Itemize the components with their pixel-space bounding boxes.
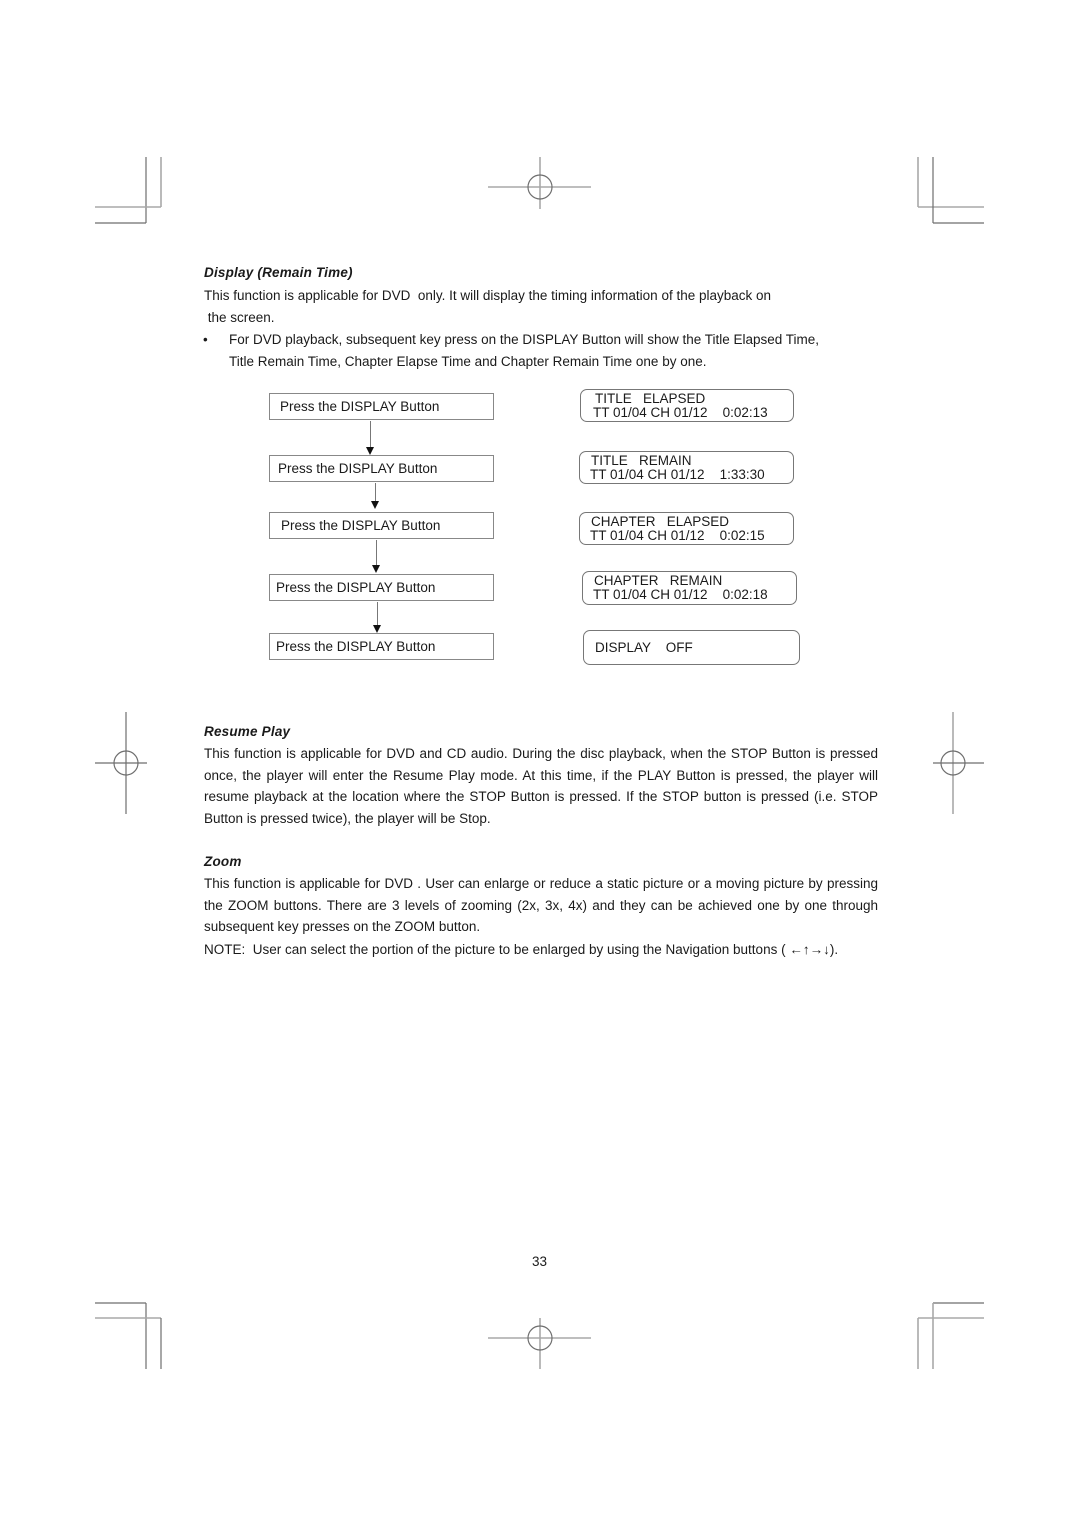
arrow-down-icon	[371, 501, 379, 509]
flow-step-5-action: Press the DISPLAY Button	[269, 633, 494, 660]
flow-arrow-2	[375, 483, 376, 501]
bullet-icon: •	[203, 332, 208, 347]
display-bullet-line-2: Title Remain Time, Chapter Elapse Time a…	[229, 354, 707, 369]
zoom-body: This function is applicable for DVD . Us…	[204, 876, 878, 934]
flow-arrow-3	[376, 540, 377, 565]
page-number: 33	[532, 1254, 548, 1269]
registration-mark-right	[933, 712, 984, 814]
registration-mark-left	[95, 712, 147, 814]
osd-title-elapsed: TITLE ELAPSED TT 01/04 CH 01/12 0:02:13	[580, 389, 794, 422]
osd-timing: TT 01/04 CH 01/12 1:33:30	[590, 467, 765, 482]
osd-mode: DISPLAY OFF	[595, 640, 693, 655]
osd-chapter-elapsed: CHAPTER ELAPSED TT 01/04 CH 01/12 0:02:1…	[579, 512, 794, 545]
osd-title-remain: TITLE REMAIN TT 01/04 CH 01/12 1:33:30	[579, 451, 794, 484]
section-heading-display-remain-time: Display (Remain Time)	[204, 265, 353, 280]
crop-mark-top-right	[917, 157, 984, 224]
display-intro-line-1: This function is applicable for DVD only…	[204, 288, 772, 303]
osd-timing: TT 01/04 CH 01/12 0:02:18	[593, 587, 768, 602]
osd-mode: TITLE REMAIN	[591, 453, 692, 468]
flow-step-label: Press the DISPLAY Button	[280, 399, 440, 414]
flow-arrow-1	[370, 421, 371, 449]
registration-mark-bottom	[488, 1318, 591, 1369]
osd-mode: TITLE ELAPSED	[595, 391, 706, 406]
flow-arrow-4	[377, 602, 378, 625]
flow-step-1-action: Press the DISPLAY Button	[269, 393, 494, 420]
osd-timing: TT 01/04 CH 01/12 0:02:15	[590, 528, 765, 543]
display-intro-line-2: the screen.	[204, 310, 275, 325]
crop-mark-bottom-right	[917, 1302, 984, 1369]
section-heading-zoom: Zoom	[204, 854, 242, 869]
osd-display-off: DISPLAY OFF	[583, 630, 800, 665]
zoom-note: NOTE: User can select the portion of the…	[204, 942, 839, 957]
osd-chapter-remain: CHAPTER REMAIN TT 01/04 CH 01/12 0:02:18	[582, 571, 797, 605]
flow-step-4-action: Press the DISPLAY Button	[269, 574, 494, 601]
flow-step-label: Press the DISPLAY Button	[276, 639, 436, 654]
osd-mode: CHAPTER REMAIN	[594, 573, 723, 588]
flow-step-2-action: Press the DISPLAY Button	[269, 455, 494, 482]
display-bullet-line-1: For DVD playback, subsequent key press o…	[229, 332, 820, 347]
section-heading-resume-play: Resume Play	[204, 724, 291, 739]
osd-mode: CHAPTER ELAPSED	[591, 514, 730, 529]
registration-mark-top	[488, 157, 591, 209]
flow-step-3-action: Press the DISPLAY Button	[269, 512, 494, 539]
osd-timing: TT 01/04 CH 01/12 0:02:13	[593, 405, 768, 420]
arrow-down-icon	[373, 625, 381, 633]
flow-step-label: Press the DISPLAY Button	[281, 518, 441, 533]
crop-mark-top-left	[95, 157, 162, 224]
crop-mark-bottom-left	[95, 1302, 162, 1369]
resume-play-body: This function is applicable for DVD and …	[204, 746, 878, 826]
flow-step-label: Press the DISPLAY Button	[278, 461, 438, 476]
arrow-down-icon	[372, 565, 380, 573]
flow-step-label: Press the DISPLAY Button	[276, 580, 436, 595]
arrow-down-icon	[366, 447, 374, 455]
